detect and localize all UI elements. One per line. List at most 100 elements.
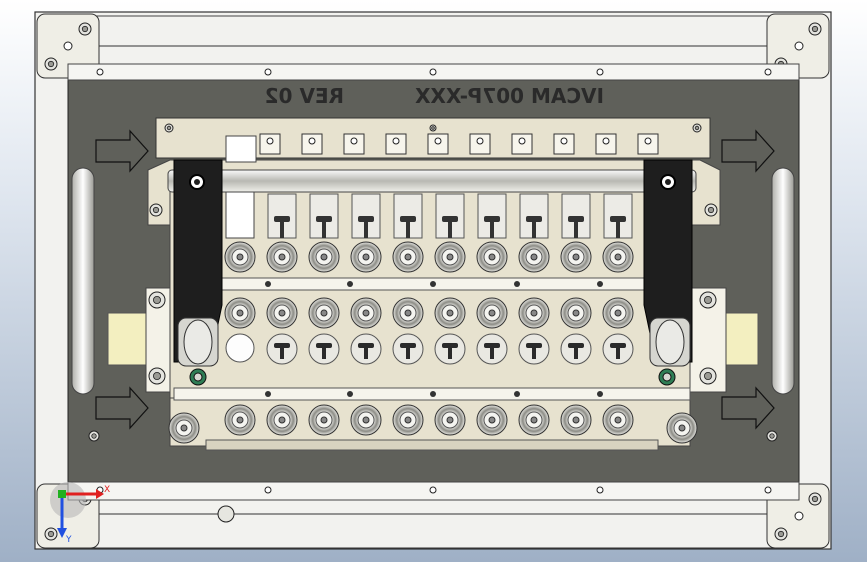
corner-screw-a-0-center xyxy=(81,25,89,33)
slot-cap-1 xyxy=(316,216,332,222)
rail-hole-bottom-1 xyxy=(264,486,272,494)
fixture-foot xyxy=(205,439,659,451)
strip1-screw-4 xyxy=(597,281,603,287)
pin-row3-6-stem xyxy=(490,347,494,359)
slot-pin-1 xyxy=(322,222,326,238)
pin-row3-4-stem xyxy=(406,347,410,359)
slot-cap-3 xyxy=(400,216,416,222)
connector-row2-4-pin xyxy=(404,309,412,317)
pin-row3-2-stem xyxy=(322,347,326,359)
connector-row4-6-pin xyxy=(488,416,496,424)
rail-hole-top-0 xyxy=(96,68,104,76)
strip2-screw-0 xyxy=(265,391,271,397)
connector-row1-8-pin xyxy=(572,253,580,261)
connector-row4-7-pin xyxy=(530,416,538,424)
clamp-right-face xyxy=(655,319,685,365)
connector-extra-left-pin xyxy=(180,424,188,432)
frame-pin-tl xyxy=(63,41,73,51)
connector-row2-3-pin xyxy=(362,309,370,317)
top-clip-hole-2 xyxy=(350,137,358,145)
connector-row1-6-pin xyxy=(488,253,496,261)
connector-row2-8-pin xyxy=(572,309,580,317)
top-bar-screw-left-center xyxy=(166,125,172,131)
triad-y-label: Y xyxy=(65,535,72,545)
slot-pin-2 xyxy=(364,222,368,238)
top-clip-hole-1 xyxy=(308,137,316,145)
strip1-screw-3 xyxy=(514,281,520,287)
mount-screw-left-bottom-center xyxy=(152,371,161,380)
plate-screw-left-center xyxy=(91,433,97,439)
assembly-model[interactable]: REV 02 IVCAM 007P-XXX X Y xyxy=(0,0,867,562)
connector-row4-9-pin xyxy=(614,416,622,424)
connector-row2-7-pin xyxy=(530,309,538,317)
strip1-screw-2 xyxy=(430,281,436,287)
slot-cap-5 xyxy=(484,216,500,222)
triad-origin xyxy=(50,482,86,518)
tray-screw-right-center xyxy=(707,206,715,214)
green-screw-right-center xyxy=(662,372,672,382)
top-clip-hole-9 xyxy=(644,137,652,145)
slot-pin-0 xyxy=(280,222,284,238)
connector-row4-1-pin xyxy=(278,416,286,424)
corner-screw-b-3-center xyxy=(777,530,785,538)
slot-cap-0 xyxy=(274,216,290,222)
frame-pin-tr xyxy=(794,41,804,51)
frame-pin-br xyxy=(794,511,804,521)
connector-row1-5-pin xyxy=(446,253,454,261)
top-clip-hole-8 xyxy=(602,137,610,145)
slot-pin-6 xyxy=(532,222,536,238)
connector-row1-1-pin xyxy=(278,253,286,261)
rail-hole-top-1 xyxy=(264,68,272,76)
open-hole xyxy=(225,333,255,363)
rail-hole-top-2 xyxy=(429,68,437,76)
tray-screw-left-center xyxy=(152,206,160,214)
corner-screw-b-2-center xyxy=(47,530,55,538)
top-clip-hole-7 xyxy=(560,137,568,145)
strip2-screw-2 xyxy=(430,391,436,397)
rail-hole-top-4 xyxy=(764,68,772,76)
strip1-screw-0 xyxy=(265,281,271,287)
frame-knob xyxy=(217,505,235,523)
slot-cap-7 xyxy=(568,216,584,222)
triad-z-box xyxy=(58,490,66,498)
slot-pin-3 xyxy=(406,222,410,238)
slot-cap-4 xyxy=(442,216,458,222)
pad-left xyxy=(107,312,153,366)
mount-screw-left-top-center xyxy=(152,295,161,304)
slot-cap-6 xyxy=(526,216,542,222)
slot-cap-2 xyxy=(358,216,374,222)
connector-row1-9-pin xyxy=(614,253,622,261)
connector-row2-6-pin xyxy=(488,309,496,317)
connector-row4-2-pin xyxy=(320,416,328,424)
top-bar-screw-right-center xyxy=(694,125,700,131)
pin-row3-8-stem xyxy=(574,347,578,359)
connector-row1-7-pin xyxy=(530,253,538,261)
bracket-left-hole-inner xyxy=(194,179,200,185)
slot-pin-5 xyxy=(490,222,494,238)
top-clip-hole-4 xyxy=(434,137,442,145)
bracket-right-hole-inner xyxy=(665,179,671,185)
connector-row2-0-pin xyxy=(236,309,244,317)
strip1-screw-1 xyxy=(347,281,353,287)
top-clip-hole-3 xyxy=(392,137,400,145)
triad-x-label: X xyxy=(104,485,110,495)
plate-engraving: REV 02 IVCAM 007P-XXX xyxy=(265,84,604,108)
connector-row4-0-pin xyxy=(236,416,244,424)
connector-row1-0-pin xyxy=(236,253,244,261)
connector-row2-5-pin xyxy=(446,309,454,317)
slot-pin-8 xyxy=(616,222,620,238)
cad-viewport[interactable]: REV 02 IVCAM 007P-XXX X Y xyxy=(0,0,867,562)
connector-row4-3-pin xyxy=(362,416,370,424)
connector-row1-4-pin xyxy=(404,253,412,261)
pin-row3-7-stem xyxy=(532,347,536,359)
top-bar-screw-mid-center xyxy=(431,126,435,130)
mount-screw-right-bottom-center xyxy=(704,371,713,380)
white-block xyxy=(225,189,255,239)
connector-row4-4-pin xyxy=(404,416,412,424)
label-block xyxy=(225,135,257,163)
pin-row3-5-stem xyxy=(448,347,452,359)
rail-hole-bottom-2 xyxy=(429,486,437,494)
connector-row2-1-pin xyxy=(278,309,286,317)
pin-row3-1-stem xyxy=(280,347,284,359)
connector-extra-right-pin xyxy=(678,424,686,432)
